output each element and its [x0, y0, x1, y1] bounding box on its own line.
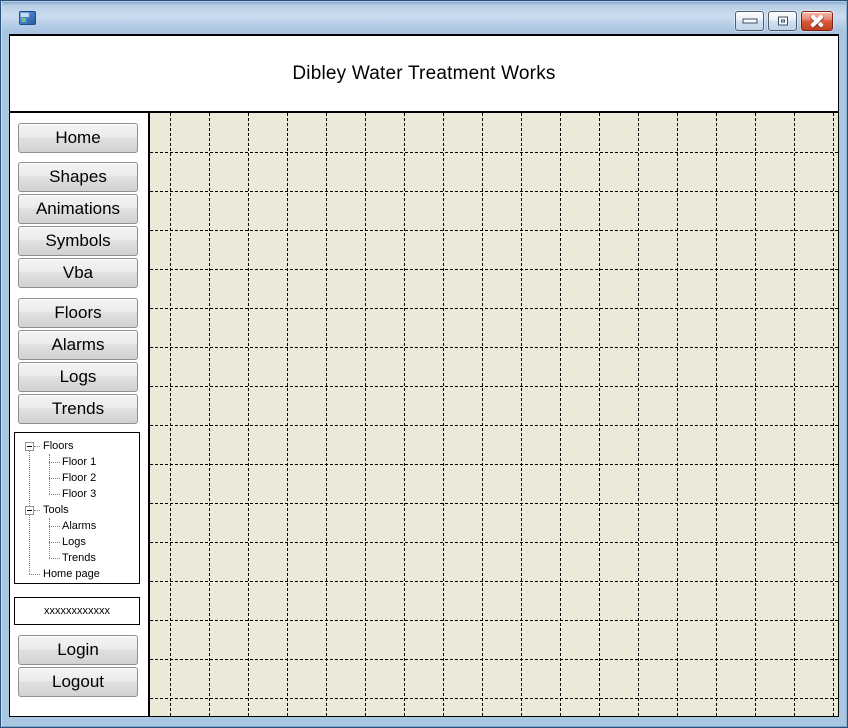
page-button-group: FloorsAlarmsLogsTrends: [10, 298, 148, 424]
page-title: Dibley Water Treatment Works: [292, 63, 555, 85]
tree-expander-icon[interactable]: [25, 442, 34, 451]
design-button-group: ShapesAnimationsSymbolsVba: [10, 162, 148, 288]
client-area: Dibley Water Treatment Works Home Shapes…: [9, 34, 839, 717]
grid-line: [677, 113, 678, 716]
maximize-button[interactable]: [768, 11, 797, 31]
minimize-icon: [742, 19, 757, 24]
tree-item-tools[interactable]: Tools: [41, 503, 71, 517]
password-input[interactable]: [14, 597, 140, 625]
grid-line: [209, 113, 210, 716]
tree-item-floor-1[interactable]: Floor 1: [60, 455, 98, 469]
auth-button-group: LoginLogout: [10, 635, 148, 697]
tree-item-floor-2[interactable]: Floor 2: [60, 471, 98, 485]
grid-line: [150, 698, 838, 699]
grid-line: [150, 152, 838, 153]
grid-line: [150, 425, 838, 426]
grid-line: [482, 113, 483, 716]
grid-line: [150, 464, 838, 465]
sidebar-button-floors[interactable]: Floors: [18, 298, 138, 328]
sidebar-button-home[interactable]: Home: [18, 123, 138, 153]
grid-line: [248, 113, 249, 716]
grid-line: [150, 269, 838, 270]
canvas-grid[interactable]: [150, 113, 838, 716]
grid-line: [794, 113, 795, 716]
grid-line: [560, 113, 561, 716]
grid-line: [716, 113, 717, 716]
sidebar-button-logs[interactable]: Logs: [18, 362, 138, 392]
grid-line: [326, 113, 327, 716]
title-bar[interactable]: [2, 2, 846, 34]
nav-tree: Floors Floor 1 Floor 2 Floor 3 Tools Alarms Lo…: [14, 432, 140, 584]
auth-button-login[interactable]: Login: [18, 635, 138, 665]
grid-line: [404, 113, 405, 716]
sidebar-button-vba[interactable]: Vba: [18, 258, 138, 288]
form-icon: [19, 11, 36, 25]
grid-line: [150, 230, 838, 231]
tree-item-floors[interactable]: Floors: [41, 439, 76, 453]
grid-line: [150, 659, 838, 660]
grid-line: [150, 542, 838, 543]
grid-line: [638, 113, 639, 716]
grid-line: [150, 308, 838, 309]
window-controls: [735, 11, 833, 31]
minimize-button[interactable]: [735, 11, 764, 31]
grid-line: [833, 113, 834, 716]
tree-item-home-page[interactable]: Home page: [41, 567, 102, 581]
sidebar-button-alarms[interactable]: Alarms: [18, 330, 138, 360]
sidebar-button-shapes[interactable]: Shapes: [18, 162, 138, 192]
grid-line: [521, 113, 522, 716]
grid-line: [365, 113, 366, 716]
sidebar-button-trends[interactable]: Trends: [18, 394, 138, 424]
grid-line: [170, 113, 171, 716]
grid-line: [150, 191, 838, 192]
sidebar: Home ShapesAnimationsSymbolsVba FloorsAl…: [10, 113, 150, 716]
grid-line: [150, 620, 838, 621]
sidebar-button-animations[interactable]: Animations: [18, 194, 138, 224]
tree-item-logs[interactable]: Logs: [60, 535, 88, 549]
auth-button-logout[interactable]: Logout: [18, 667, 138, 697]
tree-item-trends[interactable]: Trends: [60, 551, 98, 565]
window-frame: Dibley Water Treatment Works Home Shapes…: [0, 0, 848, 728]
close-button[interactable]: [801, 11, 833, 31]
maximize-icon: [778, 17, 788, 26]
grid-line: [150, 503, 838, 504]
grid-line: [443, 113, 444, 716]
nav-button-group: Home: [10, 123, 148, 153]
grid-line: [150, 347, 838, 348]
page-header: Dibley Water Treatment Works: [10, 36, 838, 113]
sidebar-button-symbols[interactable]: Symbols: [18, 226, 138, 256]
content: Home ShapesAnimationsSymbolsVba FloorsAl…: [10, 113, 838, 716]
tree-expander-icon[interactable]: [25, 506, 34, 515]
tree-item-floor-3[interactable]: Floor 3: [60, 487, 98, 501]
grid-line: [287, 113, 288, 716]
grid-line: [599, 113, 600, 716]
tree-item-alarms[interactable]: Alarms: [60, 519, 98, 533]
grid-line: [150, 386, 838, 387]
grid-line: [150, 581, 838, 582]
grid-line: [755, 113, 756, 716]
